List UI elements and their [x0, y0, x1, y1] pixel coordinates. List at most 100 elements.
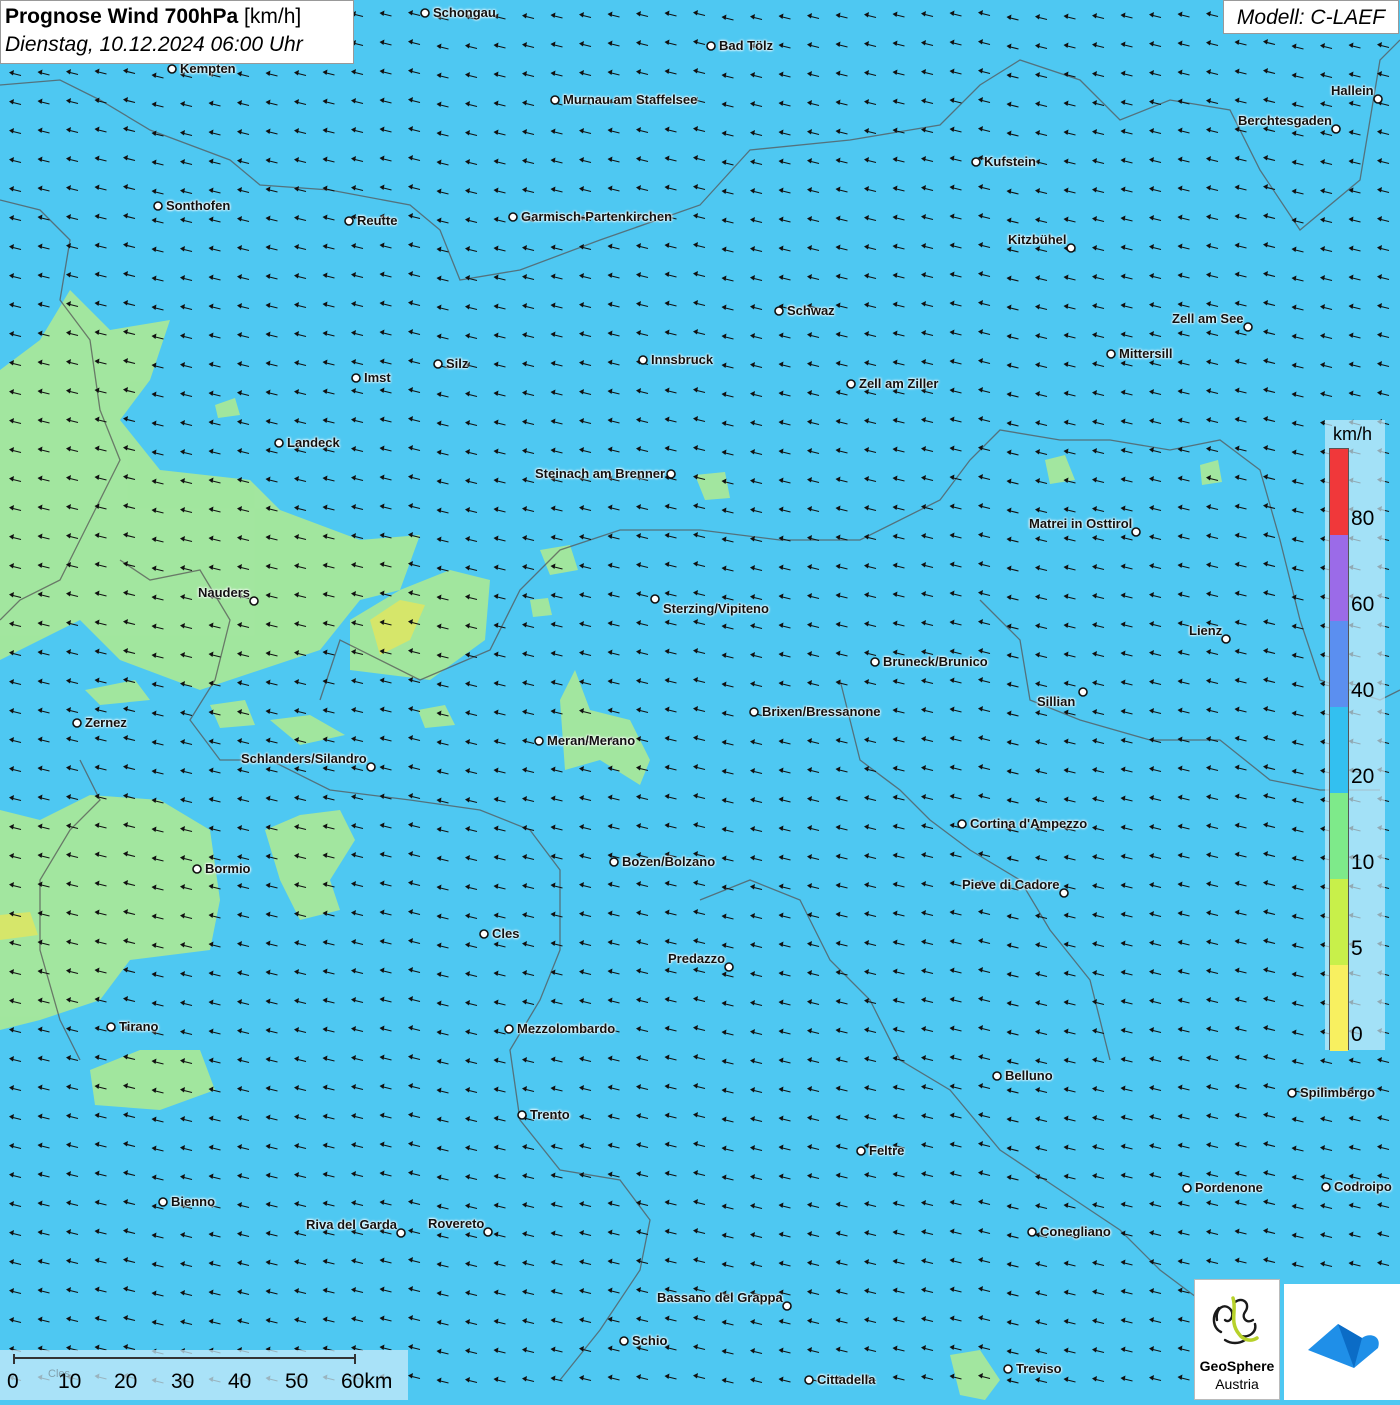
- legend-tick-label: 60: [1351, 593, 1375, 616]
- city-label: Schlanders/Silandro: [241, 751, 367, 766]
- legend-tick-label: 80: [1351, 507, 1375, 530]
- title-main: Prognose Wind 700hPa: [5, 5, 239, 28]
- geosphere-logo: GeoSphere Austria: [1194, 1279, 1280, 1400]
- city-label: Schwaz: [787, 303, 835, 318]
- city-marker: [249, 596, 259, 606]
- city-marker: [650, 594, 660, 604]
- city-marker: [72, 718, 82, 728]
- city-label: Bormio: [205, 861, 251, 876]
- city-marker: [106, 1022, 116, 1032]
- city-label: Feltre: [869, 1143, 905, 1158]
- weather-app-logo-icon: [1308, 1324, 1379, 1368]
- city-label: Spilimbergo: [1300, 1085, 1376, 1100]
- city-marker: [971, 157, 981, 167]
- map-title: Prognose Wind 700hPa [km/h]: [5, 3, 353, 30]
- scale-bar: 0 10 20 30 40 50 60km Cles: [0, 1350, 408, 1400]
- city-label: Steinach am Brenner: [535, 466, 666, 481]
- city-label: Tirano: [119, 1019, 159, 1034]
- city-label: Berchtesgaden: [1238, 113, 1332, 128]
- legend-tick-label: 20: [1351, 765, 1375, 788]
- legend-color-band: [1330, 707, 1348, 793]
- city-label: Predazzo: [668, 951, 726, 966]
- geosphere-logo-icon: [1212, 1296, 1259, 1345]
- city-label: Pieve di Cadore: [962, 877, 1060, 892]
- city-label: Nauders: [198, 585, 251, 600]
- legend-color-band: [1330, 793, 1348, 879]
- city-marker: [433, 359, 443, 369]
- city-marker: [1078, 687, 1088, 697]
- city-label: Imst: [364, 370, 391, 385]
- scale-label: 30: [171, 1370, 195, 1393]
- city-marker: [483, 1227, 493, 1237]
- legend-tick-label: 10: [1351, 851, 1375, 874]
- city-marker: [534, 736, 544, 746]
- city-marker: [870, 657, 880, 667]
- city-label: Sillian: [1037, 694, 1076, 709]
- legend-color-band: [1330, 965, 1348, 1051]
- city-marker: [517, 1110, 527, 1120]
- city-marker: [351, 373, 361, 383]
- city-marker: [1331, 124, 1341, 134]
- legend-colorbar: [1329, 448, 1349, 1051]
- weather-app-logo: [1284, 1284, 1400, 1400]
- city-label: Innsbruck: [651, 352, 714, 367]
- city-marker: [846, 379, 856, 389]
- city-marker: [619, 1336, 629, 1346]
- city-label: Zell am See: [1172, 311, 1244, 326]
- scale-faint-label: Cles: [48, 1368, 71, 1380]
- city-marker: [782, 1301, 792, 1311]
- city-marker: [192, 864, 202, 874]
- city-label: Landeck: [287, 435, 340, 450]
- city-label: Hallein: [1331, 83, 1374, 98]
- city-marker: [1066, 243, 1076, 253]
- city-marker: [153, 201, 163, 211]
- city-marker: [609, 857, 619, 867]
- city-marker: [508, 212, 518, 222]
- city-label: Bozen/Bolzano: [622, 854, 716, 869]
- city-label: Belluno: [1005, 1068, 1053, 1083]
- model-label: Modell: C-LAEF: [1223, 0, 1399, 34]
- legend-color-band: [1330, 449, 1348, 535]
- city-marker: [804, 1375, 814, 1385]
- city-label: Silz: [446, 356, 469, 371]
- city-label: Schio: [632, 1333, 668, 1348]
- city-marker: [550, 95, 560, 105]
- city-label: Matrei in Osttirol: [1029, 516, 1133, 531]
- city-marker: [749, 707, 759, 717]
- city-label: Garmisch-Partenkirchen: [521, 209, 673, 224]
- title-unit: [km/h]: [244, 5, 302, 28]
- city-marker: [396, 1228, 406, 1238]
- geosphere-country: Austria: [1215, 1376, 1259, 1392]
- city-label: Cles: [492, 926, 520, 941]
- city-label: Conegliano: [1040, 1224, 1111, 1239]
- city-marker: [479, 929, 489, 939]
- forecast-datetime: Dienstag, 10.12.2024 06:00 Uhr: [5, 33, 303, 56]
- city-marker: [167, 64, 177, 74]
- legend-tick-label: 40: [1351, 679, 1375, 702]
- city-marker: [992, 1071, 1002, 1081]
- city-marker: [1131, 527, 1141, 537]
- city-marker: [1003, 1364, 1013, 1374]
- city-label: Riva del Garda: [306, 1217, 398, 1232]
- scale-label: 60km: [341, 1370, 393, 1393]
- city-label: Treviso: [1016, 1361, 1062, 1376]
- city-label: Zernez: [85, 715, 127, 730]
- city-marker: [957, 819, 967, 829]
- city-label: Meran/Merano: [547, 733, 636, 748]
- city-marker: [706, 41, 716, 51]
- city-label: Bruneck/Brunico: [883, 654, 988, 669]
- city-label: Bassano del Grappa: [657, 1290, 783, 1305]
- city-marker: [1182, 1183, 1192, 1193]
- city-marker: [1027, 1227, 1037, 1237]
- city-marker: [638, 355, 648, 365]
- city-label: Schongau: [433, 5, 496, 20]
- city-marker: [1243, 322, 1253, 332]
- city-label: Kitzbühel: [1008, 232, 1067, 247]
- city-marker: [420, 8, 430, 18]
- color-legend: km/h 80 60 40 20 10 5 0: [1325, 420, 1385, 1051]
- city-label: Mittersill: [1119, 346, 1173, 361]
- city-label: Sonthofen: [166, 198, 231, 213]
- city-label: Mezzolombardo: [517, 1021, 616, 1036]
- city-marker: [344, 216, 354, 226]
- legend-tick-label: 0: [1351, 1023, 1363, 1046]
